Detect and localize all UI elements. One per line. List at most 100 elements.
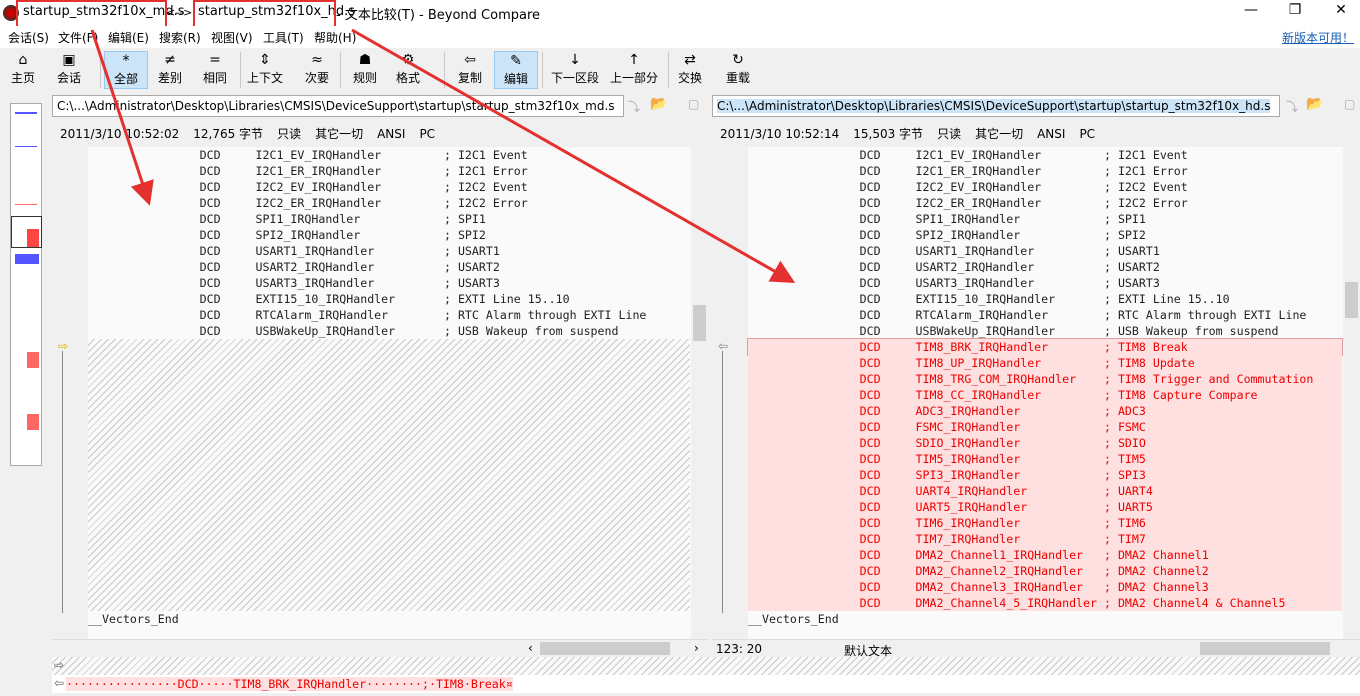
left-save-icon[interactable]: ▢: [688, 97, 699, 111]
right-save-icon[interactable]: ▢: [1344, 97, 1355, 111]
text-line[interactable]: __Vectors_End: [88, 611, 690, 627]
right-horizontal-scrollbar[interactable]: [1200, 642, 1330, 655]
text-line[interactable]: DCD DMA2_Channel2_IRQHandler ; DMA2 Chan…: [748, 563, 1342, 579]
text-line[interactable]: DCD USBWakeUp_IRQHandler ; USB Wakeup fr…: [748, 323, 1342, 339]
text-line[interactable]: DCD I2C1_ER_IRQHandler ; I2C1 Error: [88, 163, 690, 179]
text-line[interactable]: DCD EXTI15_10_IRQHandler ; EXTI Line 15.…: [748, 291, 1342, 307]
toolbar-separator: [668, 52, 669, 88]
diff-marker-icon[interactable]: ⇨: [58, 339, 68, 353]
text-line[interactable]: DCD DMA2_Channel1_IRQHandler ; DMA2 Chan…: [748, 547, 1342, 563]
diff-marker-icon[interactable]: ⇦: [718, 339, 728, 353]
text-line[interactable]: DCD DMA2_Channel4_5_IRQHandler ; DMA2 Ch…: [748, 595, 1342, 611]
toolbar-button-4[interactable]: = 相同: [195, 51, 235, 89]
text-line[interactable]: DCD USART3_IRQHandler ; USART3: [748, 275, 1342, 291]
toolbar-button-13[interactable]: ⇄ 交换: [670, 51, 710, 89]
menu-tools[interactable]: 工具(T): [263, 29, 304, 46]
left-readonly: 只读: [277, 127, 302, 141]
toolbar-button-0[interactable]: ⌂ 主页: [6, 51, 40, 89]
maximize-button[interactable]: ❐: [1280, 2, 1310, 18]
left-eol[interactable]: PC: [419, 127, 435, 141]
left-path-input[interactable]: C:\...\Administrator\Desktop\Libraries\C…: [52, 95, 624, 117]
text-line[interactable]: DCD SPI3_IRQHandler ; SPI3: [748, 467, 1342, 483]
right-path-input[interactable]: C:\...\Administrator\Desktop\Libraries\C…: [712, 95, 1280, 117]
text-line[interactable]: DCD SPI1_IRQHandler ; SPI1: [88, 211, 690, 227]
minimize-button[interactable]: —: [1236, 2, 1266, 18]
text-line[interactable]: DCD TIM7_IRQHandler ; TIM7: [748, 531, 1342, 547]
menu-help[interactable]: 帮助(H): [314, 29, 356, 46]
text-line[interactable]: DCD TIM5_IRQHandler ; TIM5: [748, 451, 1342, 467]
text-line[interactable]: DCD TIM8_UP_IRQHandler ; TIM8 Update: [748, 355, 1342, 371]
text-line[interactable]: DCD SPI2_IRQHandler ; SPI2: [88, 227, 690, 243]
text-line[interactable]: DCD I2C1_EV_IRQHandler ; I2C1 Event: [748, 147, 1342, 163]
text-line[interactable]: DCD UART4_IRQHandler ; UART4: [748, 483, 1342, 499]
menu-session[interactable]: 会话(S): [8, 29, 49, 46]
toolbar-label: 下一区段: [550, 71, 599, 85]
text-line[interactable]: DCD I2C1_ER_IRQHandler ; I2C1 Error: [748, 163, 1342, 179]
toolbar-button-12[interactable]: ↑ 上一部分: [606, 51, 662, 89]
text-line[interactable]: DCD USART2_IRQHandler ; USART2: [88, 259, 690, 275]
right-eol[interactable]: PC: [1079, 127, 1095, 141]
text-line[interactable]: DCD RTCAlarm_IRQHandler ; RTC Alarm thro…: [748, 307, 1342, 323]
menu-edit[interactable]: 编辑(E): [108, 29, 149, 46]
text-line[interactable]: DCD TIM6_IRQHandler ; TIM6: [748, 515, 1342, 531]
overview-viewport[interactable]: [11, 216, 42, 248]
left-encoding[interactable]: ANSI: [377, 127, 405, 141]
cursor-position: 123: 20: [716, 642, 763, 656]
toolbar-button-7[interactable]: ☗ 规则: [345, 51, 385, 89]
text-line[interactable]: DCD FSMC_IRQHandler ; FSMC: [748, 419, 1342, 435]
text-line[interactable]: DCD I2C2_EV_IRQHandler ; I2C2 Event: [88, 179, 690, 195]
right-vertical-scrollbar[interactable]: [1343, 147, 1360, 639]
right-encoding[interactable]: ANSI: [1037, 127, 1065, 141]
toolbar-button-9[interactable]: ⇦ 复制: [450, 51, 490, 89]
left-filter[interactable]: 其它一切: [315, 127, 363, 141]
toolbar-button-10[interactable]: ✎ 编辑: [494, 51, 538, 89]
left-open-folder-icon[interactable]: 📂: [650, 96, 667, 112]
left-horizontal-scrollbar[interactable]: ‹ ›: [52, 639, 708, 657]
text-line[interactable]: DCD USART1_IRQHandler ; USART1: [748, 243, 1342, 259]
text-line[interactable]: DCD RTCAlarm_IRQHandler ; RTC Alarm thro…: [88, 307, 690, 323]
text-line[interactable]: DCD I2C1_EV_IRQHandler ; I2C1 Event: [88, 147, 690, 163]
left-history-icon[interactable]: ⤵: [628, 98, 640, 115]
text-line[interactable]: DCD USART1_IRQHandler ; USART1: [88, 243, 690, 259]
toolbar-button-1[interactable]: ▣ 会话: [48, 51, 90, 89]
right-open-folder-icon[interactable]: 📂: [1306, 96, 1323, 112]
text-line[interactable]: DCD USART2_IRQHandler ; USART2: [748, 259, 1342, 275]
right-filter[interactable]: 其它一切: [975, 127, 1023, 141]
menu-view[interactable]: 视图(V): [211, 29, 253, 46]
toolbar-button-11[interactable]: ↓ 下一区段: [546, 51, 604, 89]
text-line[interactable]: DCD DMA2_Channel3_IRQHandler ; DMA2 Chan…: [748, 579, 1342, 595]
text-line[interactable]: DCD EXTI15_10_IRQHandler ; EXTI Line 15.…: [88, 291, 690, 307]
toolbar-button-14[interactable]: ↻ 重载: [718, 51, 758, 89]
diff-overview-map[interactable]: [10, 103, 42, 466]
text-line[interactable]: DCD USBWakeUp_IRQHandler ; USB Wakeup fr…: [88, 323, 690, 339]
text-line[interactable]: DCD UART5_IRQHandler ; UART5: [748, 499, 1342, 515]
toolbar-label: 上下文: [246, 71, 283, 85]
toolbar-button-8[interactable]: ⚙ 格式: [388, 51, 428, 89]
left-vertical-scrollbar[interactable]: [691, 147, 708, 639]
text-line[interactable]: DCD SPI2_IRQHandler ; SPI2: [748, 227, 1342, 243]
toolbar-icon: ☗: [358, 52, 372, 68]
toolbar-button-3[interactable]: ≠ 差别: [150, 51, 190, 89]
right-text-pane[interactable]: DCD I2C1_EV_IRQHandler ; I2C1 Event DCD …: [712, 147, 1360, 639]
text-line[interactable]: DCD TIM8_CC_IRQHandler ; TIM8 Capture Co…: [748, 387, 1342, 403]
text-line[interactable]: DCD I2C2_ER_IRQHandler ; I2C2 Error: [88, 195, 690, 211]
text-line[interactable]: DCD TIM8_BRK_IRQHandler ; TIM8 Break: [747, 338, 1343, 356]
close-button[interactable]: ✕: [1326, 2, 1356, 18]
left-text-pane[interactable]: DCD I2C1_EV_IRQHandler ; I2C1 Event DCD …: [52, 147, 708, 639]
text-line[interactable]: DCD SDIO_IRQHandler ; SDIO: [748, 435, 1342, 451]
text-line[interactable]: __Vectors_End: [748, 611, 1342, 627]
toolbar-button-2[interactable]: * 全部: [104, 51, 148, 89]
text-line[interactable]: DCD I2C2_ER_IRQHandler ; I2C2 Error: [748, 195, 1342, 211]
toolbar-icon: ≠: [164, 52, 176, 68]
toolbar-button-6[interactable]: ≈ 次要: [297, 51, 337, 89]
menu-search[interactable]: 搜索(R): [159, 29, 201, 46]
text-line[interactable]: DCD TIM8_TRG_COM_IRQHandler ; TIM8 Trigg…: [748, 371, 1342, 387]
right-history-icon[interactable]: ⤵: [1286, 98, 1298, 115]
text-line[interactable]: DCD ADC3_IRQHandler ; ADC3: [748, 403, 1342, 419]
menu-file[interactable]: 文件(F): [58, 29, 98, 46]
text-line[interactable]: DCD SPI1_IRQHandler ; SPI1: [748, 211, 1342, 227]
new-version-link[interactable]: 新版本可用！: [1282, 29, 1354, 46]
text-line[interactable]: DCD I2C2_EV_IRQHandler ; I2C2 Event: [748, 179, 1342, 195]
text-line[interactable]: DCD USART3_IRQHandler ; USART3: [88, 275, 690, 291]
toolbar-button-5[interactable]: ⇕ 上下文: [244, 51, 286, 89]
